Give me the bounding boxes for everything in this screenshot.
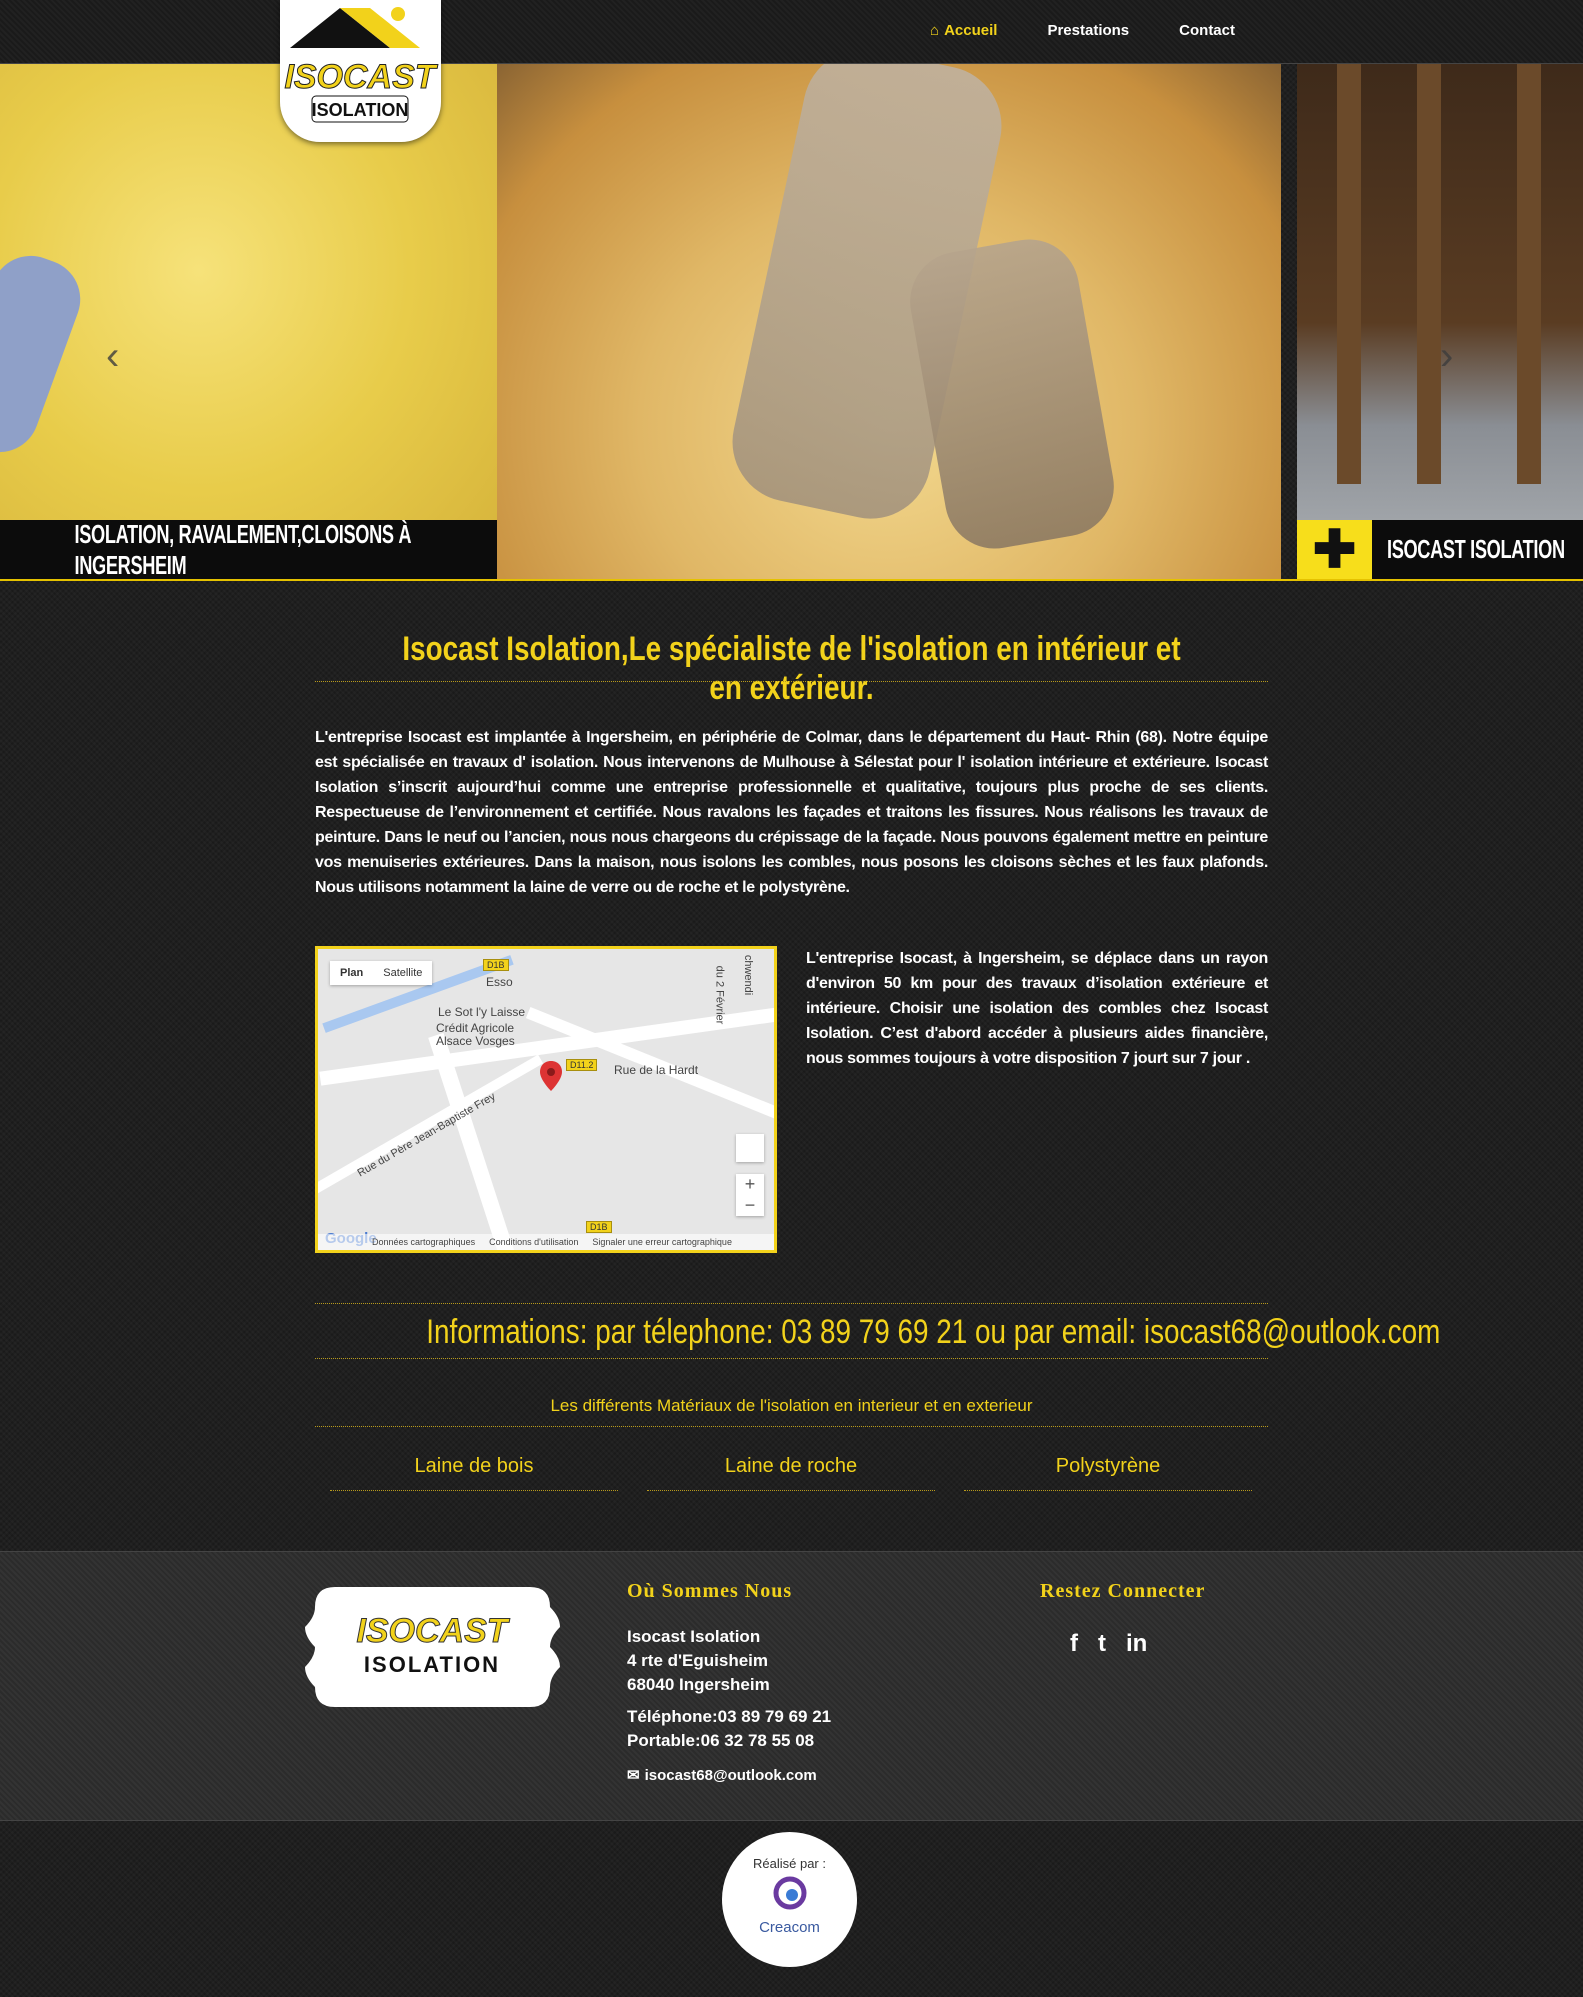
address-name: Isocast Isolation — [627, 1627, 761, 1646]
email-link[interactable]: ✉ isocast68@outlook.com — [627, 1766, 817, 1785]
side-paragraph: L'entreprise Isocast, à Ingersheim, se d… — [806, 950, 1268, 1067]
nav-accueil-label: Accueil — [944, 22, 998, 39]
nav-prestations[interactable]: Prestations — [1047, 22, 1129, 39]
map-label-esso: Esso — [486, 975, 513, 989]
map-terms-link[interactable]: Conditions d'utilisation — [489, 1237, 578, 1247]
map-road-shield: D1B — [586, 1221, 612, 1233]
envelope-icon: ✉ — [627, 1767, 640, 1784]
map-label-hardt: Rue de la Hardt — [614, 1063, 699, 1077]
social-links: f t in — [1070, 1630, 1147, 1658]
svg-text:ISOCAST: ISOCAST — [356, 1612, 510, 1650]
map-road-shield: D11.2 — [566, 1059, 598, 1071]
material-polystyrene[interactable]: Polystyrène — [964, 1455, 1252, 1491]
nav-prestations-label: Prestations — [1047, 22, 1130, 39]
credit-label: Réalisé par : — [753, 1856, 826, 1871]
footer-logo[interactable]: ISOCAST ISOLATION — [305, 1587, 560, 1707]
hero-caption-right: ✚ ISOCAST ISOLATION — [1297, 520, 1583, 579]
map-tab-plan[interactable]: Plan — [330, 961, 373, 985]
nav-contact-label: Contact — [1179, 22, 1235, 39]
map-label-credit2: Alsace Vosges — [436, 1034, 515, 1048]
hero-image-center — [497, 64, 1281, 579]
footer-logo-graphic: ISOCAST ISOLATION — [305, 1587, 560, 1707]
mobile-number[interactable]: Portable:06 32 78 55 08 — [627, 1729, 831, 1753]
credit-badge[interactable]: Réalisé par : Creacom — [722, 1832, 857, 1967]
twitter-icon[interactable]: t — [1098, 1630, 1106, 1658]
map-label-credit1: Crédit Agricole — [436, 1021, 515, 1035]
material-laine-bois[interactable]: Laine de bois — [330, 1455, 618, 1491]
map-label-sot: Le Sot l'y Laisse — [438, 1005, 526, 1019]
carousel-prev-icon[interactable]: ‹ — [106, 334, 119, 379]
top-navbar — [0, 0, 1583, 64]
social-heading: Restez Connecter — [1040, 1580, 1206, 1602]
svg-text:ISOLATION: ISOLATION — [364, 1652, 500, 1677]
hero-caption-left: ISOLATION, RAVALEMENT,CLOISONS À INGERSH… — [0, 518, 497, 580]
hero-carousel: ‹ › ISOLATION, RAVALEMENT,CLOISONS À ING… — [0, 64, 1583, 581]
phones-block: Téléphone:03 89 79 69 21 Portable:06 32 … — [627, 1705, 831, 1753]
map-marker-icon[interactable] — [540, 1061, 562, 1091]
map-tab-satellite[interactable]: Satellite — [373, 961, 432, 985]
google-map[interactable]: Plan Satellite D1B Esso Le Sot l'y Laiss… — [315, 946, 777, 1253]
map-type-tabs[interactable]: Plan Satellite — [330, 961, 433, 985]
map-data-link[interactable]: Données cartographiques — [372, 1237, 475, 1247]
plus-icon: ✚ — [1297, 520, 1372, 579]
phone-number[interactable]: Téléphone:03 89 79 69 21 — [627, 1705, 831, 1729]
logo-graphic: ISOCAST ISOLATION — [284, 7, 439, 123]
svg-text:ISOCAST: ISOCAST — [284, 58, 438, 96]
hero-image-right — [1297, 64, 1583, 579]
map-zoom-control[interactable]: + − — [736, 1174, 764, 1216]
location-heading: Où Sommes Nous — [627, 1580, 793, 1602]
contact-info-banner: Informations: par télephone: 03 89 79 69… — [315, 1303, 1440, 1359]
map-footer: Données cartographiques Conditions d'uti… — [318, 1234, 774, 1250]
map-label-schwendi: chwendi — [742, 954, 755, 996]
carousel-next-icon[interactable]: › — [1440, 334, 1453, 379]
materials-title: Les différents Matériaux de l'isolation … — [315, 1396, 1268, 1427]
site-logo[interactable]: ISOCAST ISOLATION — [280, 0, 441, 142]
intro-paragraph: L'entreprise Isocast est implantée à Ing… — [315, 729, 1268, 896]
linkedin-icon[interactable]: in — [1126, 1630, 1147, 1658]
map-report-link[interactable]: Signaler une erreur cartographique — [592, 1237, 732, 1247]
page-title: Isocast Isolation,Le spécialiste de l'is… — [402, 630, 1181, 707]
map-label-fevrier: du 2 Février — [713, 965, 726, 1025]
pegman-icon[interactable] — [736, 1134, 764, 1162]
zoom-in-button[interactable]: + — [736, 1174, 764, 1195]
hero-caption-right-text: ISOCAST ISOLATION — [1387, 534, 1565, 564]
home-icon: ⌂ — [930, 22, 940, 39]
title-divider — [315, 681, 1268, 682]
nav-accueil[interactable]: ⌂ Accueil — [930, 22, 997, 39]
svg-text:ISOLATION: ISOLATION — [312, 100, 409, 120]
facebook-icon[interactable]: f — [1070, 1630, 1078, 1658]
material-laine-roche[interactable]: Laine de roche — [647, 1455, 935, 1491]
zoom-out-button[interactable]: − — [736, 1195, 764, 1216]
nav-contact[interactable]: Contact — [1179, 22, 1235, 39]
address-city: 68040 Ingersheim — [627, 1675, 770, 1694]
creacom-logo-icon — [773, 1876, 806, 1910]
map-road-shield: D1B — [483, 959, 509, 971]
main-nav: ⌂ Accueil Prestations Contact — [930, 22, 1235, 39]
address-block: Isocast Isolation 4 rte d'Eguisheim 6804… — [627, 1625, 770, 1697]
credit-name: Creacom — [759, 1919, 820, 1936]
contact-info-text: Informations: par télephone: 03 89 79 69… — [426, 1313, 1441, 1351]
hero-caption-left-text: ISOLATION, RAVALEMENT,CLOISONS À INGERSH… — [74, 518, 412, 580]
email-address[interactable]: isocast68@outlook.com — [645, 1767, 817, 1784]
address-street: 4 rte d'Eguisheim — [627, 1651, 769, 1670]
